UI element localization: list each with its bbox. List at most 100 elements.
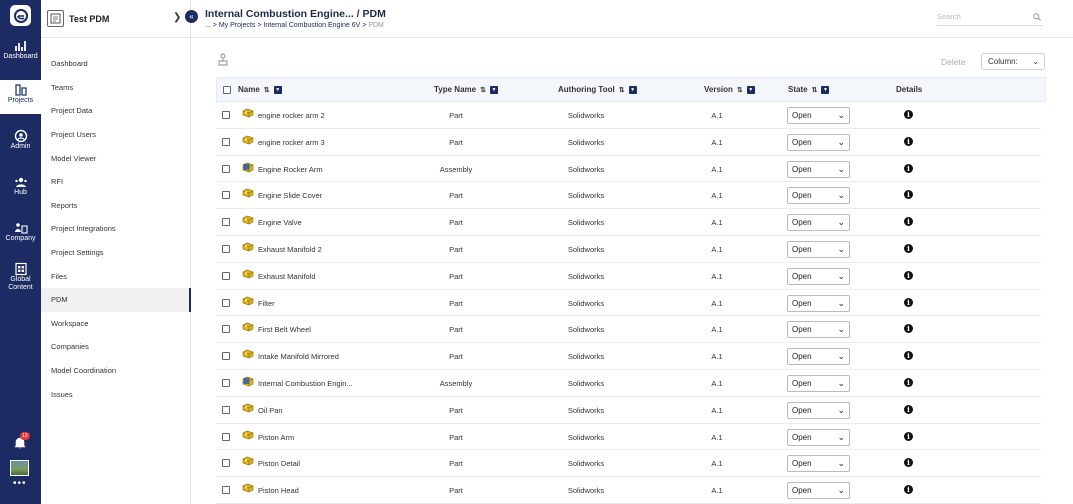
row-name[interactable]: Intake Manifold Mirrored bbox=[258, 352, 339, 361]
sidebar-item-pdm[interactable]: PDM bbox=[41, 287, 191, 312]
state-select[interactable]: Open ⌄ bbox=[787, 401, 850, 419]
column-header-name[interactable]: Name ⇅ ▼ bbox=[238, 85, 282, 94]
state-select[interactable]: Open ⌄ bbox=[787, 240, 850, 258]
row-name[interactable]: Piston Head bbox=[258, 486, 299, 495]
state-select[interactable]: Open ⌄ bbox=[787, 160, 850, 178]
row-checkbox[interactable] bbox=[222, 244, 230, 253]
row-checkbox[interactable] bbox=[222, 137, 230, 146]
row-checkbox[interactable] bbox=[222, 459, 230, 468]
info-icon[interactable]: i bbox=[904, 190, 913, 200]
state-select[interactable]: Open ⌄ bbox=[787, 133, 850, 151]
select-all-checkbox[interactable] bbox=[223, 86, 231, 94]
table-row[interactable]: engine rocker arm 3 Part Solidworks A.1 Open… bbox=[216, 129, 1041, 156]
state-select[interactable]: Open ⌄ bbox=[787, 455, 850, 473]
table-row[interactable]: Piston Arm Part Solidworks A.1 Open ⌄ i bbox=[216, 424, 1041, 451]
avatar[interactable] bbox=[10, 460, 29, 476]
table-row[interactable]: Intake Manifold Mirrored Part Solidworks A.… bbox=[216, 343, 1041, 370]
collapse-sidebar-button[interactable]: « bbox=[185, 10, 198, 23]
rail-item-projects[interactable]: Projects bbox=[0, 80, 41, 114]
column-header-version[interactable]: Version ⇅ ▼ bbox=[704, 85, 755, 94]
state-select[interactable]: Open ⌄ bbox=[787, 267, 850, 285]
sort-icon[interactable]: ⇅ bbox=[737, 86, 743, 94]
filter-icon[interactable]: ▼ bbox=[489, 85, 498, 94]
share-icon[interactable] bbox=[217, 53, 229, 72]
state-select[interactable]: Open ⌄ bbox=[787, 107, 850, 124]
table-row[interactable]: engine rocker arm 2 Part Solidworks A.1 Open… bbox=[216, 102, 1041, 129]
app-logo-icon[interactable] bbox=[10, 5, 31, 26]
sidebar-item-dashboard[interactable]: Dashboard bbox=[41, 52, 191, 76]
row-name[interactable]: Engine Rocker Arm bbox=[258, 165, 323, 174]
row-name[interactable]: Exhaust Manifold 2 bbox=[258, 245, 322, 254]
breadcrumb-ellipsis[interactable]: ... bbox=[205, 22, 211, 29]
info-icon[interactable]: i bbox=[904, 217, 913, 227]
column-header-authoring-tool[interactable]: Authoring Tool ⇅ ▼ bbox=[558, 85, 637, 94]
table-row[interactable]: Engine Slide Cover Part Solidworks A.1 Open ⌄… bbox=[216, 182, 1041, 210]
row-checkbox[interactable] bbox=[222, 486, 230, 495]
info-icon[interactable]: i bbox=[904, 458, 913, 468]
info-icon[interactable]: i bbox=[904, 431, 913, 441]
sidebar-item-model-viewer[interactable]: Model Viewer bbox=[41, 146, 191, 170]
table-row[interactable]: Piston Detail Part Solidworks A.1 Open ⌄ i bbox=[216, 450, 1041, 478]
info-icon[interactable]: i bbox=[904, 404, 913, 414]
table-row[interactable]: Exhaust Manifold 2 Part Solidworks A.1 Open ⌄… bbox=[216, 236, 1041, 263]
row-checkbox[interactable] bbox=[222, 111, 230, 119]
breadcrumb-project[interactable]: Internal Combustion Engine 6V bbox=[263, 22, 360, 29]
table-row[interactable]: Engine Valve Part Solidworks A.1 Open ⌄ i bbox=[216, 209, 1041, 236]
breadcrumb-my-projects[interactable]: My Projects bbox=[219, 22, 256, 29]
sidebar-item-reports[interactable]: Reports bbox=[41, 194, 191, 218]
table-row[interactable]: Filter Part Solidworks A.1 Open ⌄ i bbox=[216, 290, 1041, 317]
info-icon[interactable]: i bbox=[904, 243, 913, 253]
row-name[interactable]: Filter bbox=[258, 299, 275, 308]
state-select[interactable]: Open ⌄ bbox=[787, 482, 850, 500]
info-icon[interactable]: i bbox=[904, 485, 913, 495]
state-select[interactable]: Open ⌄ bbox=[787, 428, 850, 446]
table-row[interactable]: Engine Rocker Arm Assembly Solidworks A.1 Op… bbox=[216, 156, 1041, 183]
sidebar-item-teams[interactable]: Teams bbox=[41, 76, 191, 100]
row-checkbox[interactable] bbox=[222, 432, 230, 441]
sidebar-item-workspace[interactable]: Workspace bbox=[41, 312, 191, 336]
table-row[interactable]: First Belt Wheel Part Solidworks A.1 Open ⌄ i bbox=[216, 316, 1041, 344]
rail-item-global-content[interactable]: Global Content bbox=[0, 259, 41, 295]
row-name[interactable]: Oil Pan bbox=[258, 406, 283, 415]
filter-icon[interactable]: ▼ bbox=[628, 85, 637, 94]
sort-icon[interactable]: ⇅ bbox=[480, 86, 486, 94]
row-name[interactable]: Engine Slide Cover bbox=[258, 191, 322, 200]
sidebar-item-issues[interactable]: Issues bbox=[41, 382, 191, 406]
filter-icon[interactable]: ▼ bbox=[273, 85, 282, 94]
sort-icon[interactable]: ⇅ bbox=[264, 86, 270, 94]
more-menu-button[interactable]: ••• bbox=[13, 478, 27, 489]
rail-item-dashboard[interactable]: Dashboard bbox=[0, 36, 41, 68]
row-name[interactable]: First Belt Wheel bbox=[258, 325, 311, 334]
row-checkbox[interactable] bbox=[222, 378, 230, 387]
info-icon[interactable]: i bbox=[904, 110, 913, 119]
info-icon[interactable]: i bbox=[904, 136, 913, 146]
row-name[interactable]: Piston Detail bbox=[258, 459, 300, 468]
column-header-type-name[interactable]: Type Name ⇅ ▼ bbox=[434, 85, 498, 94]
row-checkbox[interactable] bbox=[222, 352, 230, 361]
row-name[interactable]: Exhaust Manifold bbox=[258, 272, 316, 281]
state-select[interactable]: Open ⌄ bbox=[787, 187, 850, 205]
rail-item-company[interactable]: Company bbox=[0, 218, 41, 252]
rail-item-admin[interactable]: Admin bbox=[0, 126, 41, 156]
filter-icon[interactable]: ▼ bbox=[746, 85, 755, 94]
row-checkbox[interactable] bbox=[222, 271, 230, 280]
sidebar-item-project-integrations[interactable]: Project Integrations bbox=[41, 217, 191, 241]
columns-dropdown[interactable]: Column: ⌄ bbox=[981, 53, 1045, 70]
table-row[interactable]: Internal Combustion Engin... Assembly Soli… bbox=[216, 370, 1041, 397]
row-checkbox[interactable] bbox=[222, 191, 230, 200]
state-select[interactable]: Open ⌄ bbox=[787, 294, 850, 312]
filter-icon[interactable]: ▼ bbox=[821, 85, 830, 94]
row-name[interactable]: Engine Valve bbox=[258, 218, 302, 227]
sidebar-item-project-users[interactable]: Project Users bbox=[41, 123, 191, 147]
notifications-button[interactable]: 13 bbox=[13, 432, 30, 455]
row-checkbox[interactable] bbox=[222, 164, 230, 173]
row-checkbox[interactable] bbox=[222, 218, 230, 227]
info-icon[interactable]: i bbox=[904, 297, 913, 307]
row-name[interactable]: Piston Arm bbox=[258, 433, 294, 442]
info-icon[interactable]: i bbox=[904, 351, 913, 361]
row-name[interactable]: engine rocker arm 3 bbox=[258, 138, 325, 147]
column-header-state[interactable]: State ⇅ ▼ bbox=[788, 85, 830, 94]
project-selector[interactable]: Test PDM ❯ bbox=[41, 0, 191, 38]
sort-icon[interactable]: ⇅ bbox=[619, 86, 625, 94]
table-row[interactable]: Piston Head Part Solidworks A.1 Open ⌄ i bbox=[216, 477, 1041, 504]
